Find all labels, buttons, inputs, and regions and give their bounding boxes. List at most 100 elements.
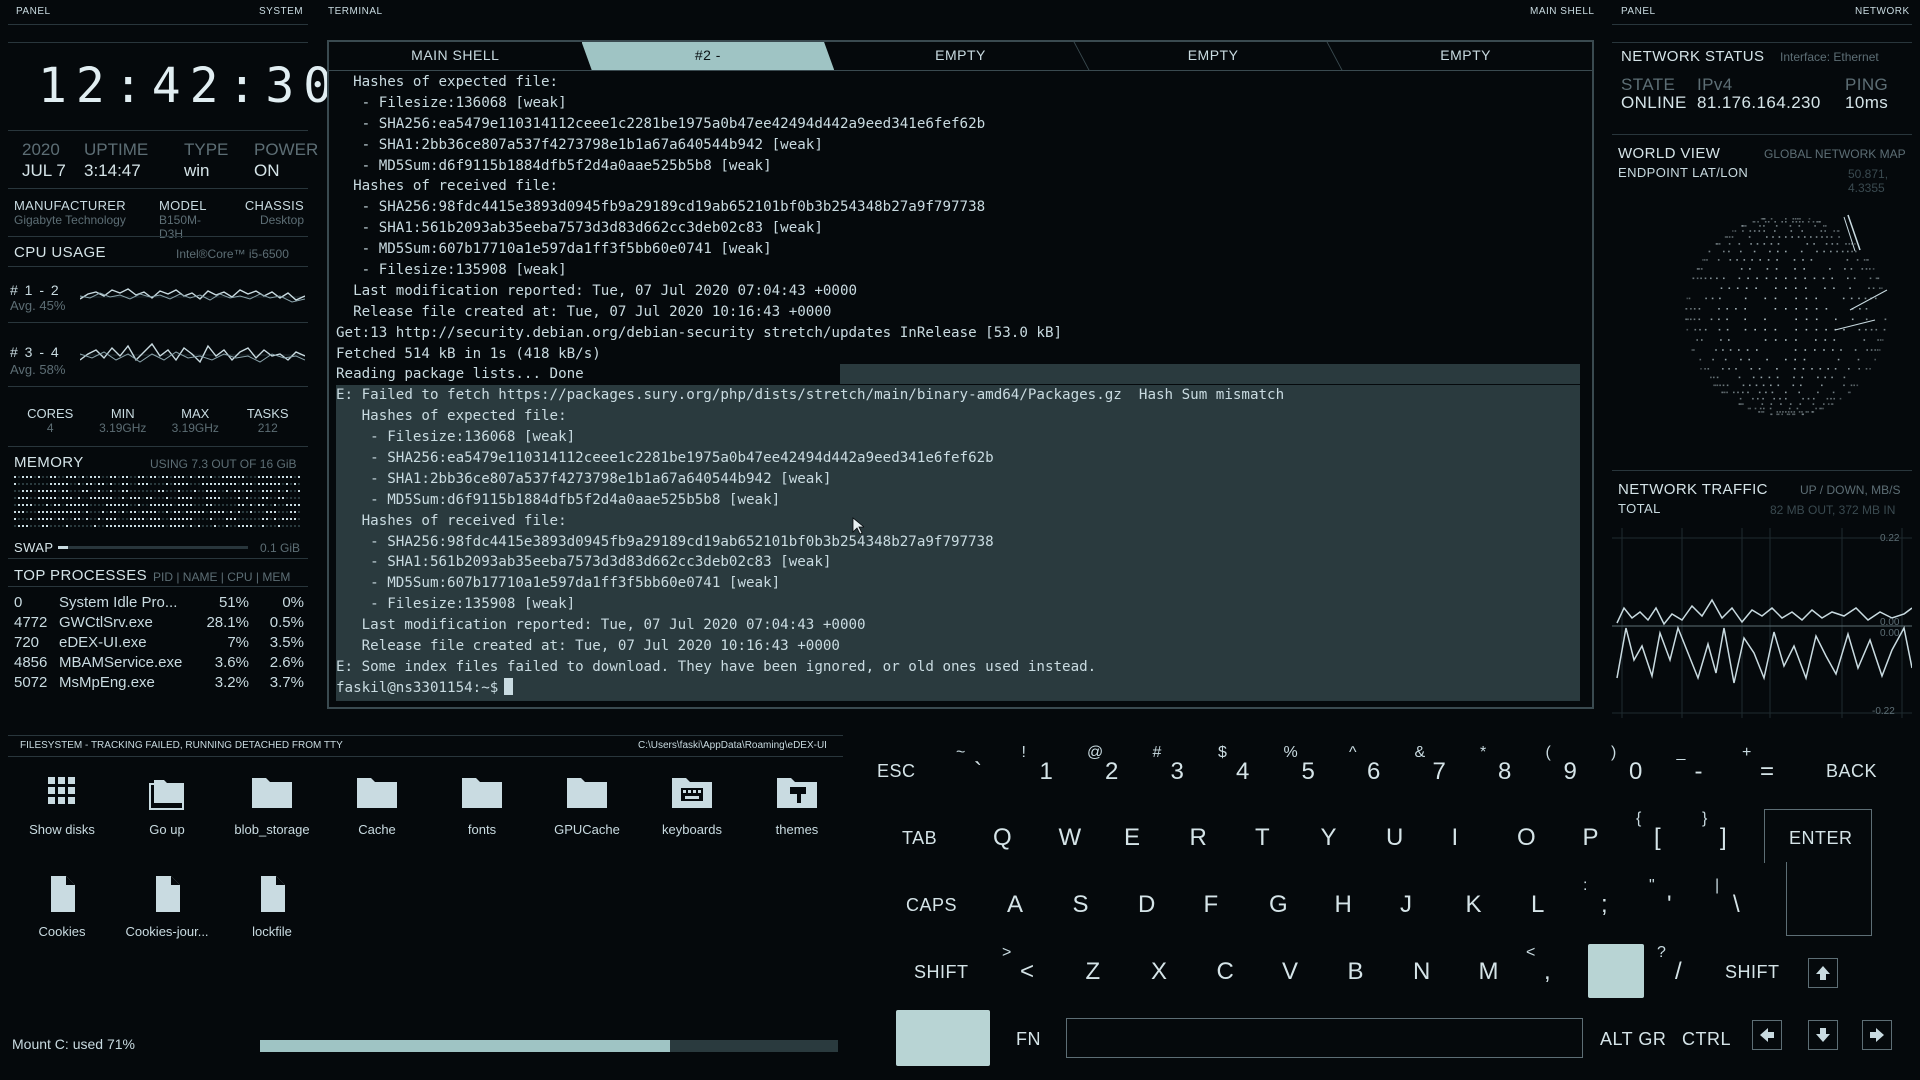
folder-gpucache[interactable]: GPUCache xyxy=(537,772,637,837)
key-j[interactable]: J xyxy=(1400,891,1412,919)
tab-2[interactable]: #2 - xyxy=(581,42,835,70)
key-i[interactable]: I xyxy=(1452,824,1459,852)
key-bracket-1[interactable]: }] xyxy=(1702,810,1727,852)
key-q[interactable]: Q xyxy=(993,824,1012,852)
key-shift-left[interactable]: SHIFT xyxy=(914,962,969,983)
key-symbol: E xyxy=(1124,824,1141,851)
key-highlighted[interactable] xyxy=(1588,944,1644,998)
show-disks[interactable]: Show disks xyxy=(12,772,112,837)
key-row4-0[interactable]: > < xyxy=(1002,944,1034,986)
key-caps[interactable]: CAPS xyxy=(906,895,957,916)
key-spacebar[interactable] xyxy=(1066,1018,1583,1058)
key-space-left[interactable] xyxy=(896,1010,990,1066)
key-row4-7[interactable]: M xyxy=(1479,958,1499,986)
key-shift-right[interactable]: SHIFT xyxy=(1725,962,1780,983)
key-e[interactable]: E xyxy=(1124,824,1140,852)
folder-keyboards[interactable]: keyboards xyxy=(642,772,742,837)
key-shift-symbol: ? xyxy=(1657,944,1666,961)
key-row4-6[interactable]: N xyxy=(1413,958,1430,986)
key-w[interactable]: W xyxy=(1059,824,1082,852)
terminal-line: Release file created at: Tue, 07 Jul 202… xyxy=(336,638,840,655)
key-symbol: 9 xyxy=(1563,758,1577,785)
key-row1-1[interactable]: ! 1 xyxy=(1022,744,1053,786)
key-shift-symbol: ~ xyxy=(956,744,966,761)
key-tab[interactable]: TAB xyxy=(902,828,937,849)
key-row4-8[interactable]: <, xyxy=(1526,944,1551,986)
key-bracket-0[interactable]: {[ xyxy=(1636,810,1661,852)
manufacturer-label: MANUFACTURER xyxy=(14,198,126,213)
key-row1-0[interactable]: ~ ` xyxy=(956,744,982,786)
folder-blob-storage[interactable]: blob_storage xyxy=(222,772,322,837)
key-row4-10[interactable]: ? / xyxy=(1657,944,1682,986)
key-arrow-left[interactable] xyxy=(1752,1020,1782,1050)
key-t[interactable]: T xyxy=(1255,824,1270,852)
mount-usage-bar xyxy=(260,1040,838,1052)
key-o[interactable]: O xyxy=(1517,824,1536,852)
key-punct-1[interactable]: " ' xyxy=(1649,877,1672,919)
terminal-line: Fetched 514 kB in 1s (418 kB/s) xyxy=(336,345,601,362)
go-up[interactable]: Go up xyxy=(117,772,217,837)
key-altgr[interactable]: ALT GR xyxy=(1600,1029,1666,1050)
tab-empty-1[interactable]: EMPTY xyxy=(834,42,1087,70)
file-cookies[interactable]: Cookies xyxy=(12,874,112,939)
key-row4-2[interactable]: X xyxy=(1151,958,1167,986)
key-punct-0[interactable]: :; xyxy=(1583,877,1608,919)
model-label: MODEL xyxy=(159,198,207,213)
folder-themes[interactable]: themes xyxy=(747,772,847,837)
key-u[interactable]: U xyxy=(1386,824,1403,852)
key-row1-2[interactable]: @2 xyxy=(1087,744,1119,786)
key-backspace[interactable]: BACK xyxy=(1826,761,1877,782)
terminal-line: - SHA256:ea5479e110314112ceee1c2281be197… xyxy=(336,115,986,132)
tab-empty-2[interactable]: EMPTY xyxy=(1087,42,1340,70)
key-y[interactable]: Y xyxy=(1321,824,1337,852)
filesystem-item-label: Cookies xyxy=(38,924,86,939)
key-symbol: ' xyxy=(1667,891,1672,918)
key-row1-10[interactable]: ) 0 xyxy=(1611,744,1642,786)
file-cookies-journal[interactable]: Cookies-jour... xyxy=(117,874,217,939)
tab-empty-3[interactable]: EMPTY xyxy=(1339,42,1592,70)
key-ctrl[interactable]: CTRL xyxy=(1682,1029,1731,1050)
key-l[interactable]: L xyxy=(1531,891,1544,919)
filesystem-item-label: keyboards xyxy=(662,822,722,837)
folder-cache[interactable]: Cache xyxy=(327,772,427,837)
terminal-line: - Filesize:136068 [weak] xyxy=(336,94,567,111)
key-r[interactable]: R xyxy=(1190,824,1207,852)
key-arrow-down[interactable] xyxy=(1808,1020,1838,1050)
key-fn[interactable]: FN xyxy=(1016,1029,1041,1050)
key-f[interactable]: F xyxy=(1204,891,1219,919)
key-row4-4[interactable]: V xyxy=(1282,958,1298,986)
key-arrow-up[interactable] xyxy=(1808,958,1838,988)
mouse-cursor-icon xyxy=(852,517,864,535)
key-row1-3[interactable]: #3 xyxy=(1153,744,1184,786)
folder-fonts[interactable]: fonts xyxy=(432,772,532,837)
key-d[interactable]: D xyxy=(1138,891,1155,919)
terminal-output[interactable]: Hashes of expected file: - Filesize:1360… xyxy=(336,72,1581,702)
key-enter-lower[interactable] xyxy=(1786,862,1872,936)
key-g[interactable]: G xyxy=(1269,891,1288,919)
key-esc[interactable]: ESC xyxy=(877,761,916,782)
tab-main-shell[interactable]: MAIN SHELL xyxy=(329,42,582,70)
key-row1-7[interactable]: & 7 xyxy=(1415,744,1446,786)
key-row1-6[interactable]: ^ 6 xyxy=(1349,744,1380,786)
key-a[interactable]: A xyxy=(1007,891,1023,919)
file-lockfile[interactable]: lockfile xyxy=(222,874,322,939)
endpoint-label: ENDPOINT LAT/LON xyxy=(1618,165,1749,180)
key-row1-8[interactable]: * 8 xyxy=(1480,744,1511,786)
key-arrow-right[interactable] xyxy=(1862,1020,1892,1050)
key-row4-1[interactable]: Z xyxy=(1086,958,1101,986)
key-punct-2[interactable]: | \ xyxy=(1715,877,1740,919)
arrow-right-icon xyxy=(1870,1028,1884,1042)
key-row1-9[interactable]: (9 xyxy=(1546,744,1577,786)
key-row4-3[interactable]: C xyxy=(1217,958,1234,986)
key-row1-11[interactable]: _ - xyxy=(1677,744,1703,786)
key-h[interactable]: H xyxy=(1335,891,1352,919)
key-row4-5[interactable]: B xyxy=(1348,958,1364,986)
terminal-prompt-line[interactable]: faskil@ns3301154:~$ xyxy=(336,677,1581,699)
key-row1-5[interactable]: % 5 xyxy=(1284,744,1315,786)
key-row1-4[interactable]: $4 xyxy=(1218,744,1249,786)
key-p[interactable]: P xyxy=(1583,824,1599,852)
key-s[interactable]: S xyxy=(1073,891,1089,919)
key-symbol: 2 xyxy=(1105,758,1119,785)
key-k[interactable]: K xyxy=(1466,891,1482,919)
key-row1-12[interactable]: + = xyxy=(1742,744,1774,786)
